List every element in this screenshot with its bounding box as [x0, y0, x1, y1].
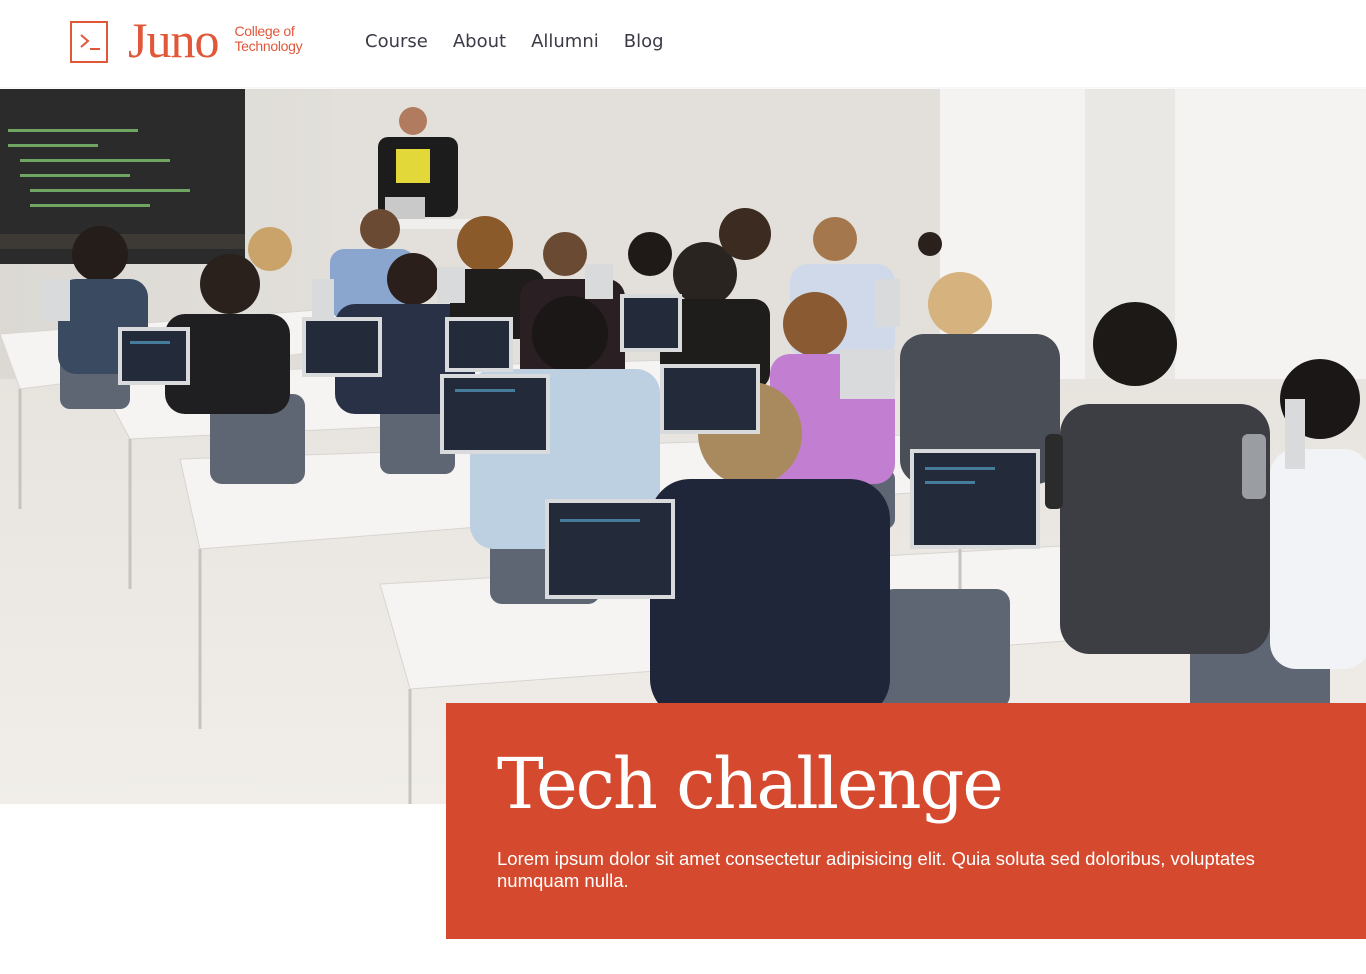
hero-image — [0, 89, 1366, 804]
nav-link-alumni[interactable]: Allumni — [531, 29, 599, 55]
feature-title: Tech challenge — [497, 743, 1004, 825]
brand-subtitle: College of Technology — [234, 23, 303, 54]
brand-logo[interactable]: Juno College of Technology — [70, 12, 314, 68]
classroom-photo — [0, 89, 1366, 804]
site-header: Juno College of Technology Course About … — [0, 0, 1366, 87]
nav-link-blog[interactable]: Blog — [624, 29, 664, 55]
feature-body: Lorem ipsum dolor sit amet consectetur a… — [497, 848, 1255, 891]
brand-name: Juno — [128, 12, 219, 68]
terminal-prompt-icon — [70, 21, 108, 63]
main-nav: Course About Allumni Blog — [365, 29, 664, 55]
feature-card: Tech challenge Lorem ipsum dolor sit ame… — [446, 703, 1366, 939]
nav-link-course[interactable]: Course — [365, 29, 428, 55]
nav-link-about[interactable]: About — [453, 29, 506, 55]
